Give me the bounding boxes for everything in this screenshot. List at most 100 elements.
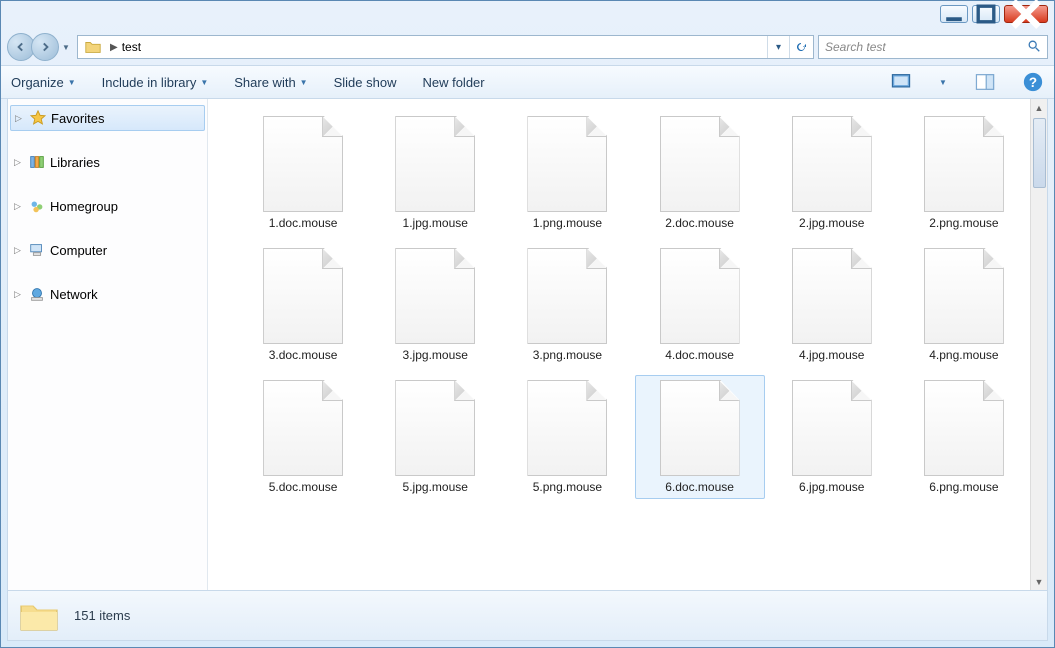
file-item[interactable]: 2.png.mouse: [899, 111, 1029, 235]
titlebar: [1, 1, 1054, 29]
file-item[interactable]: 4.jpg.mouse: [767, 243, 897, 367]
search-placeholder: Search test: [825, 40, 886, 54]
file-name: 2.jpg.mouse: [799, 216, 864, 230]
navigation-pane: ▷ Favorites ▷ Libraries ▷ Homegroup ▷ Co…: [8, 99, 208, 590]
help-button[interactable]: ?: [1022, 71, 1044, 93]
folder-icon: [18, 597, 60, 635]
file-item[interactable]: 5.jpg.mouse: [370, 375, 500, 499]
file-item[interactable]: 4.doc.mouse: [635, 243, 765, 367]
command-bar: Organize▼ Include in library▼ Share with…: [1, 65, 1054, 99]
details-pane: 151 items: [7, 591, 1048, 641]
file-icon: [263, 380, 343, 476]
file-icon: [395, 248, 475, 344]
file-name: 4.jpg.mouse: [799, 348, 864, 362]
sidebar-item-network[interactable]: ▷ Network: [8, 281, 207, 307]
file-name: 1.jpg.mouse: [403, 216, 468, 230]
address-dropdown-button[interactable]: ▾: [767, 36, 789, 58]
breadcrumb-separator-icon: ▶: [110, 42, 118, 53]
file-icon: [924, 248, 1004, 344]
item-count: 151 items: [74, 608, 130, 623]
file-icon: [527, 248, 607, 344]
minimize-button[interactable]: [940, 5, 968, 23]
explorer-window: ▼ ▶ test ▾ Search test Organize▼ Include…: [0, 0, 1055, 648]
items-view[interactable]: 1.doc.mouse 1.jpg.mouse 1.png.mouse 2.doc.m…: [208, 99, 1047, 590]
file-item[interactable]: 6.png.mouse: [899, 375, 1029, 499]
file-name: 4.png.mouse: [929, 348, 998, 362]
refresh-button[interactable]: [789, 36, 811, 58]
file-icon: [263, 116, 343, 212]
sidebar-item-libraries[interactable]: ▷ Libraries: [8, 149, 207, 175]
file-item[interactable]: 5.png.mouse: [502, 375, 632, 499]
libraries-icon: [28, 153, 46, 171]
network-icon: [28, 285, 46, 303]
organize-button[interactable]: Organize▼: [11, 75, 76, 90]
file-item[interactable]: 1.png.mouse: [502, 111, 632, 235]
file-item[interactable]: 2.jpg.mouse: [767, 111, 897, 235]
scroll-up-button[interactable]: ▲: [1031, 99, 1047, 116]
slide-show-button[interactable]: Slide show: [334, 75, 397, 90]
nav-buttons: ▼: [7, 33, 73, 61]
file-name: 4.doc.mouse: [665, 348, 734, 362]
preview-pane-button[interactable]: [974, 71, 996, 93]
file-item[interactable]: 1.doc.mouse: [238, 111, 368, 235]
sidebar-item-label: Computer: [50, 243, 107, 258]
file-name: 3.doc.mouse: [269, 348, 338, 362]
file-icon: [527, 380, 607, 476]
breadcrumb-folder[interactable]: test: [122, 40, 141, 54]
search-input[interactable]: Search test: [818, 35, 1048, 59]
file-icon: [924, 380, 1004, 476]
new-folder-button[interactable]: New folder: [422, 75, 484, 90]
file-name: 3.jpg.mouse: [403, 348, 468, 362]
forward-button[interactable]: [31, 33, 59, 61]
file-item[interactable]: 6.jpg.mouse: [767, 375, 897, 499]
homegroup-icon: [28, 197, 46, 215]
search-icon: [1027, 39, 1041, 56]
file-icon: [792, 116, 872, 212]
folder-icon: [84, 38, 102, 56]
file-item[interactable]: 3.png.mouse: [502, 243, 632, 367]
file-item[interactable]: 5.doc.mouse: [238, 375, 368, 499]
star-icon: [29, 109, 47, 127]
close-button[interactable]: [1004, 5, 1048, 23]
file-icon: [792, 380, 872, 476]
file-icon: [660, 380, 740, 476]
file-item[interactable]: 6.doc.mouse: [635, 375, 765, 499]
file-name: 2.doc.mouse: [665, 216, 734, 230]
maximize-button[interactable]: [972, 5, 1000, 23]
file-name: 1.doc.mouse: [269, 216, 338, 230]
sidebar-item-homegroup[interactable]: ▷ Homegroup: [8, 193, 207, 219]
sidebar-item-favorites[interactable]: ▷ Favorites: [10, 105, 205, 131]
sidebar-item-computer[interactable]: ▷ Computer: [8, 237, 207, 263]
navigation-row: ▼ ▶ test ▾ Search test: [1, 29, 1054, 65]
file-item[interactable]: 3.doc.mouse: [238, 243, 368, 367]
file-icon: [395, 380, 475, 476]
file-item[interactable]: 1.jpg.mouse: [370, 111, 500, 235]
file-item[interactable]: 3.jpg.mouse: [370, 243, 500, 367]
recent-locations-button[interactable]: ▼: [59, 34, 73, 60]
file-icon: [924, 116, 1004, 212]
svg-text:?: ?: [1029, 75, 1037, 90]
file-item[interactable]: 2.doc.mouse: [635, 111, 765, 235]
file-name: 5.png.mouse: [533, 480, 602, 494]
sidebar-item-label: Favorites: [51, 111, 104, 126]
scroll-down-button[interactable]: ▼: [1031, 573, 1047, 590]
file-name: 6.png.mouse: [929, 480, 998, 494]
file-icon: [395, 116, 475, 212]
view-dropdown-button[interactable]: ▼: [938, 71, 948, 93]
file-item[interactable]: 4.png.mouse: [899, 243, 1029, 367]
change-view-button[interactable]: [890, 71, 912, 93]
sidebar-item-label: Network: [50, 287, 98, 302]
computer-icon: [28, 241, 46, 259]
address-bar[interactable]: ▶ test ▾: [77, 35, 814, 59]
file-name: 6.doc.mouse: [665, 480, 734, 494]
vertical-scrollbar[interactable]: ▲ ▼: [1030, 99, 1047, 590]
share-with-button[interactable]: Share with▼: [234, 75, 307, 90]
sidebar-item-label: Libraries: [50, 155, 100, 170]
include-in-library-button[interactable]: Include in library▼: [102, 75, 209, 90]
file-name: 5.doc.mouse: [269, 480, 338, 494]
file-name: 1.png.mouse: [533, 216, 602, 230]
body-area: ▷ Favorites ▷ Libraries ▷ Homegroup ▷ Co…: [7, 99, 1048, 591]
file-name: 2.png.mouse: [929, 216, 998, 230]
scroll-thumb[interactable]: [1033, 118, 1046, 188]
file-icon: [792, 248, 872, 344]
